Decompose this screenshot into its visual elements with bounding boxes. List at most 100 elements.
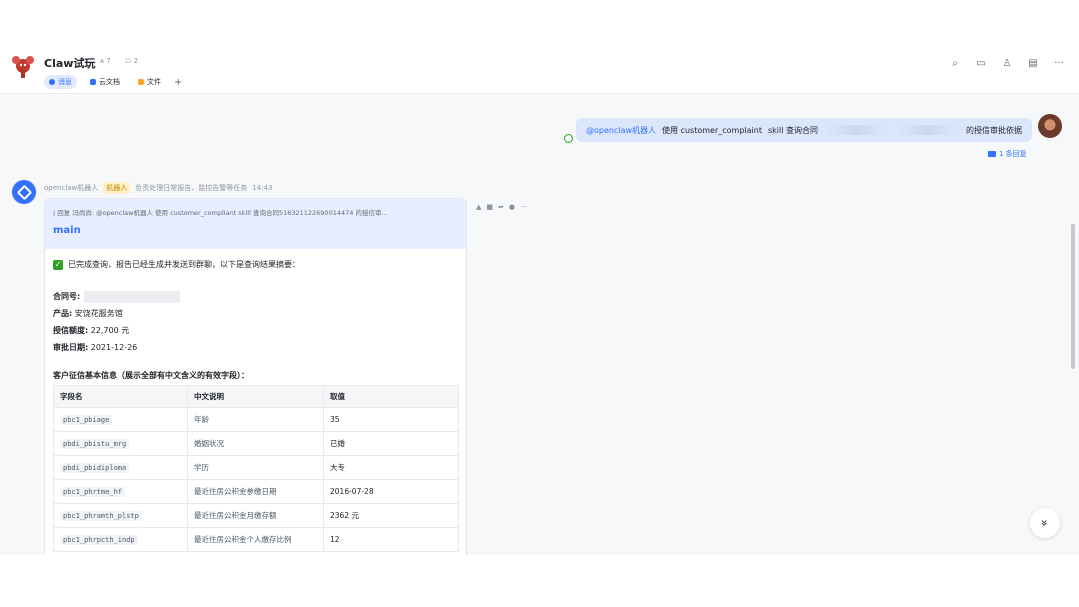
product-label: 产品: xyxy=(53,309,73,318)
field-cell: pbc1_phrtme_hf xyxy=(53,479,188,504)
mention[interactable]: @openclaw机器人 xyxy=(586,125,656,136)
date-value: 2021-12-26 xyxy=(90,343,138,352)
scroll-to-bottom-button[interactable]: » xyxy=(1030,508,1060,538)
bot-info-line: openclaw机器人 机器人 负责处理日常报告、监控告警等任务 14:43 xyxy=(44,182,272,194)
reply-icon xyxy=(988,151,996,157)
table-row: pbc1_phramth_plstp 最近住房公积金月缴存额 2362 元 xyxy=(53,503,459,528)
add-tab-button[interactable]: + xyxy=(174,77,182,88)
value-cell: 已婚 xyxy=(323,431,459,456)
table-row: pbc1_pbiage 年龄 35 xyxy=(53,407,459,432)
search-icon[interactable]: ⌕ xyxy=(949,58,961,69)
chat-tabs: 消息 云文档 文件 + xyxy=(44,75,182,89)
field-code: pbc1_phrpcth_indp xyxy=(60,535,138,545)
scrollbar[interactable] xyxy=(1071,224,1075,369)
more-icon[interactable]: ··· xyxy=(520,203,527,211)
bot-result-card: | 回复 冯尚尚: @openclaw机器人 使用 customer_compl… xyxy=(44,198,467,555)
column-header: 字段名 xyxy=(53,385,188,408)
value-cell: 35 xyxy=(323,407,459,432)
message-text-middle: skill 查询合同 xyxy=(767,125,818,135)
members-count[interactable]: ᴀ 7 xyxy=(100,57,117,65)
doc-icon xyxy=(90,79,96,85)
tab-messages-label: 消息 xyxy=(58,78,72,86)
done-line: ✓ 已完成查询，报告已经生成并发送到群聊，以下是查询结果摘要： xyxy=(53,259,458,270)
value-cell: 2016-07-28 xyxy=(323,479,459,504)
read-status-icon xyxy=(564,134,573,143)
done-text: 已完成查询，报告已经生成并发送到群聊，以下是查询结果摘要： xyxy=(68,260,300,269)
reply-quote[interactable]: | 回复 冯尚尚: @openclaw机器人 使用 customer_compl… xyxy=(53,207,458,217)
group-name[interactable]: Claw试玩 xyxy=(44,55,95,71)
message-time: 14:43 xyxy=(252,184,273,192)
chat-header: Claw试玩 ᴀ 7 ☖ 2 消息 云文档 文件 + ⌕ ▭ ♙ ▤ ··· xyxy=(0,46,1079,94)
contract-row: 合同号: xyxy=(53,288,458,305)
avatar[interactable] xyxy=(1038,114,1062,138)
notes-icon[interactable]: ▤ xyxy=(1027,58,1039,69)
value-cell: 2362 元 xyxy=(323,503,459,528)
table-row: pbdi_pbidiploma 学历 大专 xyxy=(53,455,459,480)
tab-messages[interactable]: 消息 xyxy=(44,75,77,89)
desc-cell: 最近住房公积金个人缴存比例 xyxy=(187,527,324,552)
desc-cell: 年龄 xyxy=(187,407,324,432)
field-cell: pbdi_pbistu_mrg xyxy=(53,431,188,456)
tab-files[interactable]: 文件 xyxy=(133,75,166,89)
desc-cell: 学历 xyxy=(187,455,324,480)
field-cell: pbc1_phrpcth_indp xyxy=(53,527,188,552)
contract-label: 合同号: xyxy=(53,292,81,301)
my-message-bubble[interactable]: @openclaw机器人 使用 customer_complaint skill… xyxy=(576,118,1032,142)
value-cell: 大专 xyxy=(323,455,459,480)
redacted-contract-number xyxy=(84,290,181,303)
redacted-contract-2 xyxy=(894,125,960,135)
desc-cell: 最近住房公积金参缴日期 xyxy=(187,479,324,504)
comment-icon[interactable]: ■ xyxy=(486,203,493,211)
bots-count[interactable]: ☖ 2 xyxy=(125,57,144,65)
contract-info: 合同号: 产品: 安饶花服务馆 授信额度: 22,700 元 审批日期: 202… xyxy=(53,288,458,356)
reply-count-link[interactable]: 1 条回复 xyxy=(988,149,1027,159)
date-row: 审批日期: 2021-12-26 xyxy=(53,339,458,356)
column-header: 中文说明 xyxy=(187,385,324,408)
field-code: pbc1_pbiage xyxy=(60,415,113,425)
value-cell: 12 xyxy=(323,527,459,552)
message-text-after: 的授信审批依据 xyxy=(965,125,1022,135)
date-label: 审批日期: xyxy=(53,343,89,352)
video-icon[interactable]: ▭ xyxy=(975,58,987,69)
credit-label: 授信额度: xyxy=(53,326,89,335)
credit-value: 22,700 元 xyxy=(90,326,130,335)
cube-icon xyxy=(16,184,32,200)
field-code: pbc1_phrtme_hf xyxy=(60,487,126,497)
field-code: pbdi_pbidiploma xyxy=(60,463,130,473)
emoji-icon[interactable]: ● xyxy=(509,203,515,211)
tab-files-label: 文件 xyxy=(147,78,161,86)
bot-avatar[interactable] xyxy=(12,180,36,204)
check-icon: ✓ xyxy=(53,259,63,270)
field-cell: pbdi_pbidiploma xyxy=(53,455,188,480)
field-cell: pbc1_phramth_plstp xyxy=(53,503,188,528)
credit-table: 字段名 中文说明 取值 pbc1_pbiage 年龄 35 pbdi_pbist… xyxy=(53,385,459,552)
credit-row: 授信额度: 22,700 元 xyxy=(53,322,458,339)
bot-badge: 机器人 xyxy=(103,182,131,194)
redacted-contract xyxy=(823,125,889,135)
product-value: 安饶花服务馆 xyxy=(74,309,123,318)
message-toolbar: ▲ ■ ➦ ● ··· xyxy=(476,203,527,211)
header-actions: ⌕ ▭ ♙ ▤ ··· xyxy=(949,58,1065,69)
forward-icon[interactable]: ➦ xyxy=(498,203,504,211)
folder-icon xyxy=(138,79,144,85)
field-code: pbdi_pbistu_mrg xyxy=(60,439,130,449)
tab-docs[interactable]: 云文档 xyxy=(85,75,125,89)
bots-count-value: 2 xyxy=(133,57,139,65)
table-header-row: 字段名 中文说明 取值 xyxy=(53,385,459,408)
reply-count-text: 1 条回复 xyxy=(999,150,1027,158)
table-row: pbc1_phrpcth_indp 最近住房公积金个人缴存比例 12 xyxy=(53,527,459,552)
field-code: pbc1_phramth_plstp xyxy=(60,511,142,521)
more-icon[interactable]: ··· xyxy=(1053,58,1065,69)
group-meta: ᴀ 7 ☖ 2 xyxy=(100,57,150,65)
desc-cell: 最近住房公积金月缴存额 xyxy=(187,503,324,528)
thumbs-up-icon[interactable]: ▲ xyxy=(476,203,481,211)
field-cell: pbc1_pbiage xyxy=(53,407,188,432)
desc-cell: 婚姻状况 xyxy=(187,431,324,456)
column-header: 取值 xyxy=(323,385,459,408)
bot-name[interactable]: openclaw机器人 xyxy=(44,183,98,193)
members-count-value: 7 xyxy=(106,57,111,65)
card-body: ✓ 已完成查询，报告已经生成并发送到群聊，以下是查询结果摘要： 合同号: 产品:… xyxy=(45,249,466,555)
table-row: pbc1_phrtme_hf 最近住房公积金参缴日期 2016-07-28 xyxy=(53,479,459,504)
member-icon[interactable]: ♙ xyxy=(1001,58,1013,69)
product-row: 产品: 安饶花服务馆 xyxy=(53,305,458,322)
